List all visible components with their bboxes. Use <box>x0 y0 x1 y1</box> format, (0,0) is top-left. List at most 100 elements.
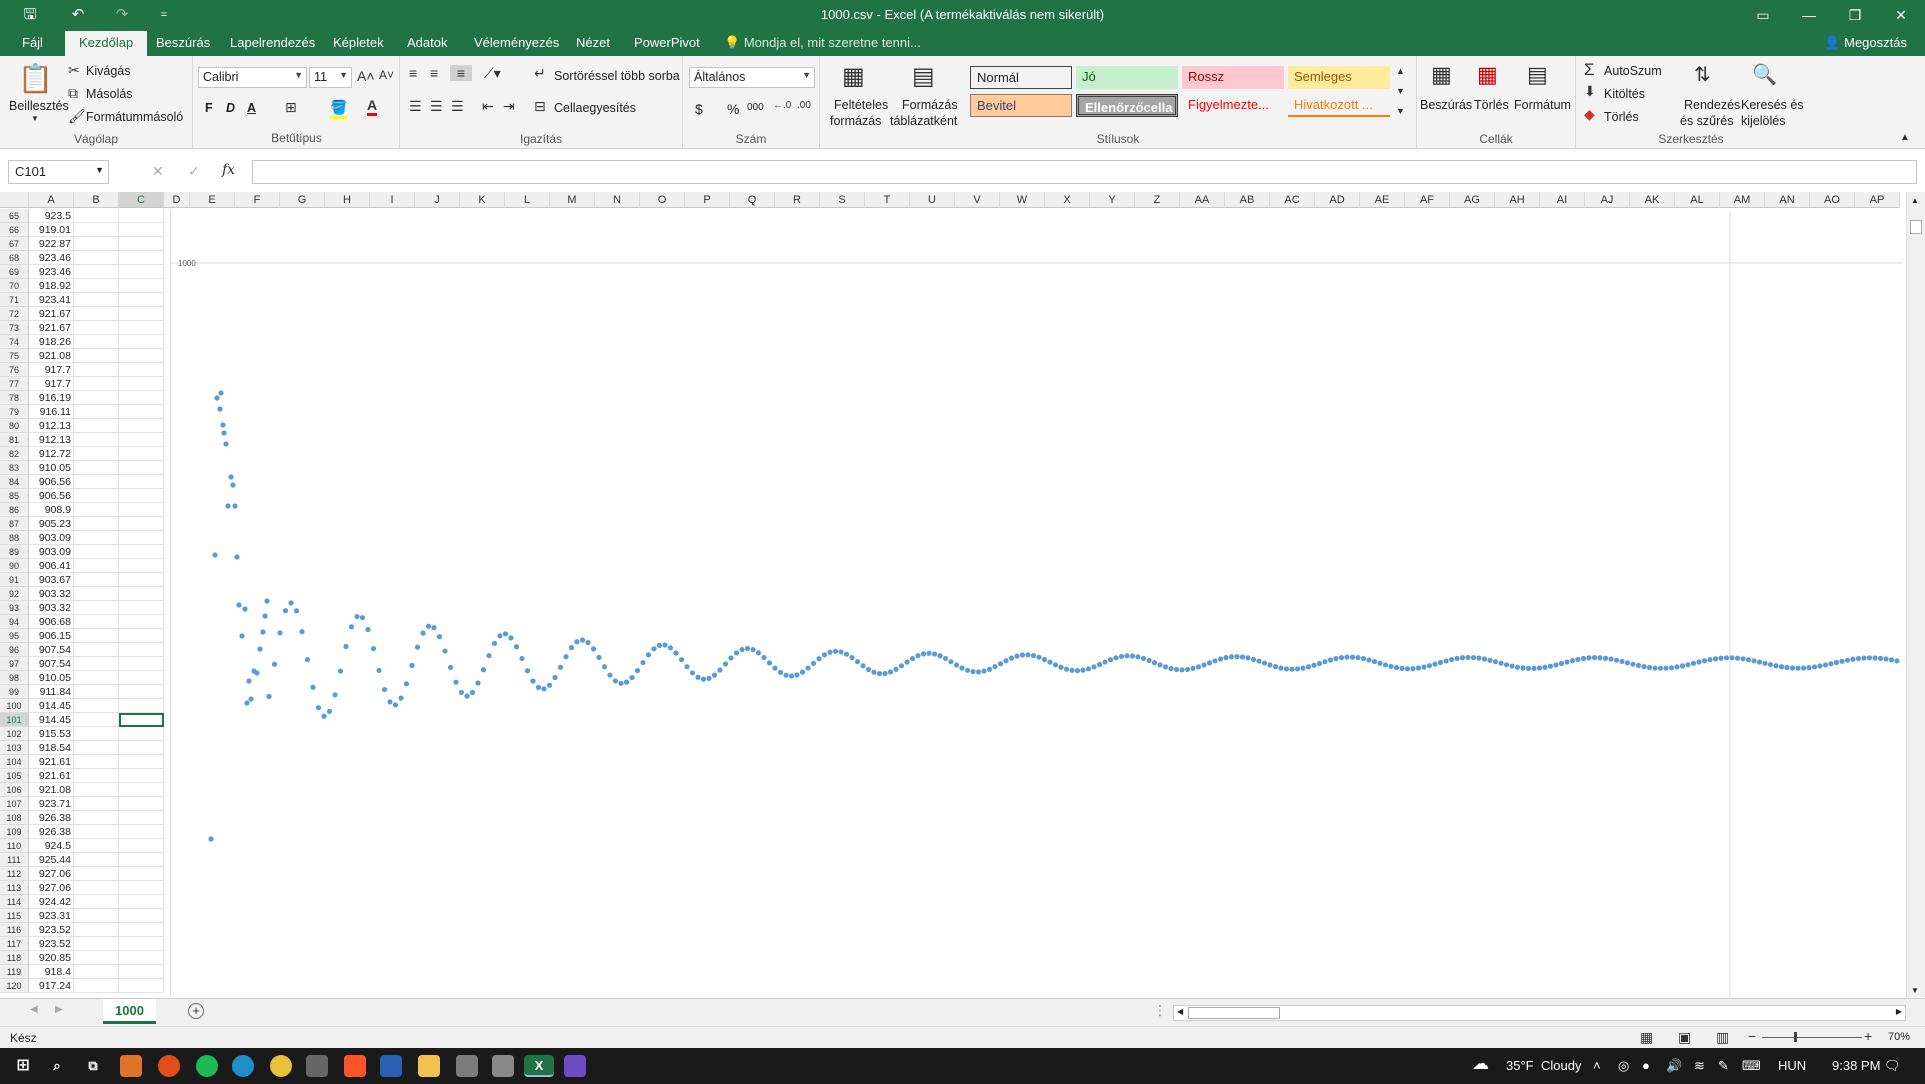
row-header[interactable]: 101 <box>0 713 29 727</box>
spotify-icon[interactable] <box>196 1055 218 1077</box>
zoom-slider-thumb[interactable] <box>1794 1032 1797 1042</box>
column-header[interactable]: H <box>325 192 370 208</box>
row-header[interactable]: 114 <box>0 895 29 909</box>
cell-b[interactable] <box>74 979 119 993</box>
cell-c[interactable] <box>119 433 164 447</box>
task-view-icon[interactable]: ⧉ <box>82 1055 104 1077</box>
thousands-button[interactable]: 000 <box>747 102 764 113</box>
align-middle-icon[interactable]: ≡ <box>430 65 438 81</box>
cell-c[interactable] <box>119 363 164 377</box>
vertical-scrollbar[interactable]: ▲ ▼ <box>1906 192 1925 997</box>
app-icon-orange[interactable] <box>120 1055 142 1077</box>
cell-c[interactable] <box>119 867 164 881</box>
row-header[interactable]: 83 <box>0 461 29 475</box>
hscroll-grip-icon[interactable]: ⋮ <box>1153 1002 1167 1019</box>
column-header[interactable]: AP <box>1855 192 1900 208</box>
cell-c[interactable] <box>119 839 164 853</box>
cell-c[interactable] <box>119 699 164 713</box>
cell-b[interactable] <box>74 615 119 629</box>
cell-a[interactable]: 921.67 <box>29 321 74 335</box>
cell-a[interactable]: 910.05 <box>29 461 74 475</box>
minimize-button[interactable]: — <box>1786 0 1832 31</box>
row-header[interactable]: 90 <box>0 559 29 573</box>
cell-b[interactable] <box>74 349 119 363</box>
tab-review[interactable]: Véleményezés <box>474 35 559 50</box>
cell-c[interactable] <box>119 965 164 979</box>
cell-b[interactable] <box>74 769 119 783</box>
cell-c[interactable] <box>119 209 164 223</box>
column-header[interactable]: D <box>164 192 190 208</box>
cell-a[interactable]: 917.7 <box>29 363 74 377</box>
row-header[interactable]: 105 <box>0 769 29 783</box>
magnifier-icon[interactable]: 🔍 <box>1752 62 1777 87</box>
row-header[interactable]: 106 <box>0 783 29 797</box>
cell-b[interactable] <box>74 293 119 307</box>
cell-a[interactable]: 921.08 <box>29 783 74 797</box>
row-header[interactable]: 77 <box>0 377 29 391</box>
row-header[interactable]: 116 <box>0 923 29 937</box>
cell-c[interactable] <box>119 923 164 937</box>
cell-c[interactable] <box>119 671 164 685</box>
cell-b[interactable] <box>74 503 119 517</box>
cell-a[interactable]: 927.06 <box>29 881 74 895</box>
decrease-decimal-icon[interactable]: .00 <box>797 100 811 111</box>
row-header[interactable]: 104 <box>0 755 29 769</box>
cut-button[interactable]: Kivágás <box>86 64 130 78</box>
cell-b[interactable] <box>74 839 119 853</box>
cell-c[interactable] <box>119 811 164 825</box>
row-header[interactable]: 66 <box>0 223 29 237</box>
tab-view[interactable]: Nézet <box>576 35 610 50</box>
cell-a[interactable]: 906.68 <box>29 615 74 629</box>
row-header[interactable]: 75 <box>0 349 29 363</box>
cell-b[interactable] <box>74 321 119 335</box>
align-top-icon[interactable]: ≡ <box>409 65 417 81</box>
tray-chevron-icon[interactable]: ˄ <box>1593 1058 1601 1073</box>
cell-c[interactable] <box>119 797 164 811</box>
tab-insert[interactable]: Beszúrás <box>156 35 210 50</box>
row-header[interactable]: 120 <box>0 979 29 993</box>
cell-a[interactable]: 906.15 <box>29 629 74 643</box>
cell-c[interactable] <box>119 629 164 643</box>
increase-indent-icon[interactable]: ⇥ <box>503 98 515 115</box>
cell-c[interactable] <box>119 447 164 461</box>
find-select-label-1[interactable]: Keresés és <box>1741 98 1804 112</box>
page-break-view-icon[interactable]: ▥ <box>1716 1029 1729 1046</box>
sort-filter-label-2[interactable]: és szűrés <box>1680 114 1734 128</box>
name-box[interactable]: C101 ▼ <box>8 160 109 184</box>
cell-b[interactable] <box>74 741 119 755</box>
column-header[interactable]: R <box>775 192 820 208</box>
sort-filter-label-1[interactable]: Rendezés <box>1684 98 1740 112</box>
cell-c[interactable] <box>119 489 164 503</box>
cell-a[interactable]: 923.31 <box>29 909 74 923</box>
cell-c[interactable] <box>119 391 164 405</box>
cell-b[interactable] <box>74 573 119 587</box>
cell-b[interactable] <box>74 209 119 223</box>
cell-b[interactable] <box>74 475 119 489</box>
cell-b[interactable] <box>74 755 119 769</box>
row-header[interactable]: 94 <box>0 615 29 629</box>
cell-a[interactable]: 917.24 <box>29 979 74 993</box>
cell-a[interactable]: 925.44 <box>29 853 74 867</box>
row-header[interactable]: 71 <box>0 293 29 307</box>
scroll-down-icon[interactable]: ▼ <box>1911 986 1919 995</box>
cell-b[interactable] <box>74 951 119 965</box>
cell-a[interactable]: 923.46 <box>29 265 74 279</box>
cell-c[interactable] <box>119 517 164 531</box>
row-header[interactable]: 108 <box>0 811 29 825</box>
cell-a[interactable]: 918.92 <box>29 279 74 293</box>
tab-formulas[interactable]: Képletek <box>333 35 384 50</box>
cell-a[interactable]: 914.45 <box>29 713 74 727</box>
share-button[interactable]: 👤 Megosztás <box>1824 35 1907 51</box>
row-header[interactable]: 89 <box>0 545 29 559</box>
enter-icon[interactable]: ✓ <box>188 163 200 180</box>
cell-a[interactable]: 926.38 <box>29 825 74 839</box>
cell-b[interactable] <box>74 881 119 895</box>
hscroll-thumb[interactable] <box>1188 1007 1280 1019</box>
column-header[interactable]: X <box>1045 192 1090 208</box>
style-input[interactable]: Bevitel <box>970 94 1072 117</box>
cancel-icon[interactable]: ✕ <box>152 163 164 180</box>
column-header[interactable]: M <box>550 192 595 208</box>
column-header[interactable]: AK <box>1630 192 1675 208</box>
cell-b[interactable] <box>74 251 119 265</box>
cell-c[interactable] <box>119 531 164 545</box>
